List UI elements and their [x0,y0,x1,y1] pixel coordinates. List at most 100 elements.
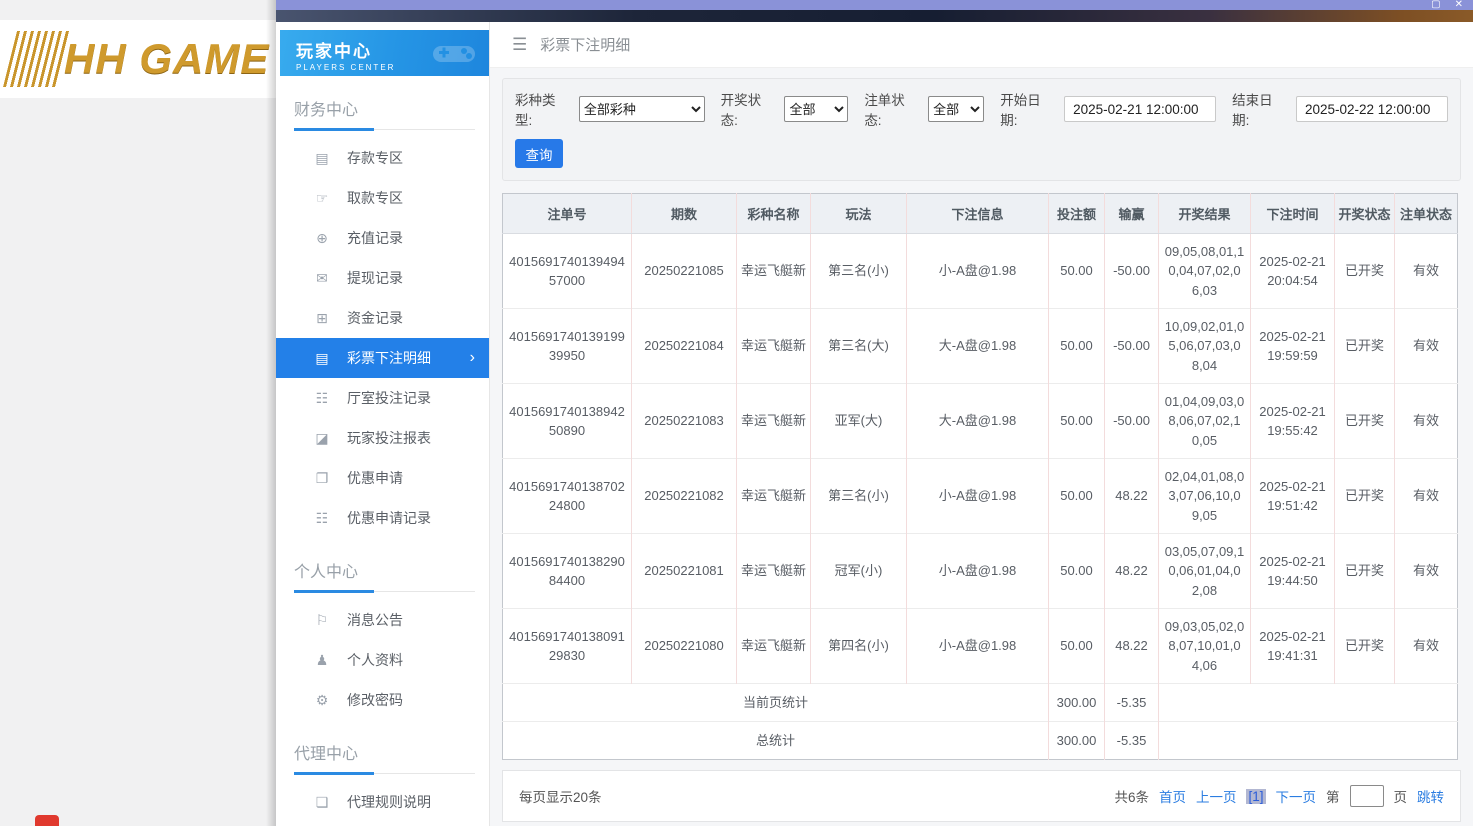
sidebar-item-消息公告[interactable]: ⚐ 消息公告 [280,600,489,640]
cell-period: 20250221084 [631,308,737,384]
main-header: ☰ 彩票下注明细 [490,22,1473,68]
coins-icon: ⊞ [316,309,328,326]
sidebar-section-items: ❏ 代理规则说明 ▦代理团队统计 [280,782,489,826]
current-page-summary-row: 当前页统计 300.00 -5.35 [502,683,1458,722]
wallet-icon: ✉ [316,269,328,286]
cell-draw-status: 已开奖 [1334,458,1395,534]
column-header-win-loss: 输赢 [1104,193,1159,234]
hand-icon: ☞ [315,189,329,206]
column-header-bet-time: 下注时间 [1250,193,1335,234]
cell-lottery-name: 幸运飞艇新 [736,308,811,384]
sidebar-menu: 财务中心 ▤ 存款专区 ☞ 取款专区 ⊕ 充值记录 ✉ 提现记录 ⊞ 资金记录 ▤ 彩票下注明细 › ☷ 厅室… [276,96,489,826]
page: HH GAME ▢ ✕ 玩家中心 PLAYERS CENTER 财务中心 ▤ 存… [0,0,1473,826]
sidebar-item-优惠申请记录[interactable]: ☷ 优惠申请记录 [280,498,489,538]
cell-bet-amount: 50.00 [1048,308,1105,384]
cell-play-type: 冠军(小) [810,533,907,609]
jump-button[interactable]: 跳转 [1417,786,1444,806]
pagination-bar: 每页显示20条 共6条 首页 上一页 [1] 下一页 第 页 跳转 [502,770,1461,822]
current-page-indicator[interactable]: [1] [1246,788,1266,804]
cell-bet-id: 401569174013829084400 [502,533,632,609]
cell-period: 20250221080 [631,608,737,684]
summary-bet-total: 300.00 [1048,683,1105,722]
sidebar-item-存款专区[interactable]: ▤ 存款专区 [280,138,489,178]
cell-win-loss: -50.00 [1104,308,1159,384]
sidebar-item-label: 资金记录 [347,310,403,326]
total-count-text: 共6条 [1114,790,1149,805]
cell-win-loss: 48.22 [1104,533,1159,609]
first-page-link[interactable]: 首页 [1159,786,1186,806]
sidebar-item-优惠申请[interactable]: ❐ 优惠申请 [280,458,489,498]
cell-bet-id: 401569174013919939950 [502,308,632,384]
jump-suffix-label: 页 [1393,790,1408,805]
cell-bet-status: 有效 [1394,608,1458,684]
cell-bet-time: 2025-02-21 19:55:42 [1250,383,1335,459]
gamepad-icon [433,46,475,62]
summary-bet-total: 300.00 [1048,721,1105,760]
summary-win-loss: -5.35 [1104,683,1159,722]
cell-win-loss: 48.22 [1104,458,1159,534]
maximize-icon[interactable]: ▢ [1431,0,1440,10]
sidebar-item-代理规则说明[interactable]: ❏ 代理规则说明 [280,782,489,822]
cell-bet-status: 有效 [1394,383,1458,459]
cell-play-type: 第四名(小) [810,608,907,684]
close-icon[interactable]: ✕ [1455,0,1463,10]
red-widget-fragment [35,815,59,826]
sidebar-item-取款专区[interactable]: ☞ 取款专区 [280,178,489,218]
bell-icon: ⚐ [315,611,329,628]
cell-win-loss: 48.22 [1104,608,1159,684]
filter-panel: 彩种类型: 全部彩种 开奖状态: 全部 注单状态: 全部 开始日期: 2025-… [502,78,1461,181]
next-page-link[interactable]: 下一页 [1276,786,1317,806]
sidebar-item-提现记录[interactable]: ✉ 提现记录 [280,258,489,298]
bet-status-select[interactable]: 全部 [928,96,985,122]
sidebar-item-玩家投注报表[interactable]: ◪ 玩家投注报表 [280,418,489,458]
cell-lottery-name: 幸运飞艇新 [736,458,811,534]
bet-status-label: 注单状态: [864,93,905,128]
cell-bet-time: 2025-02-21 19:59:59 [1250,308,1335,384]
prev-page-link[interactable]: 上一页 [1196,786,1237,806]
sidebar-item-厅室投注记录[interactable]: ☷ 厅室投注记录 [280,378,489,418]
sidebar-item-label: 修改密码 [347,692,403,708]
column-header-bet-status: 注单状态 [1394,193,1458,234]
grand-total-summary-row: 总统计 300.00 -5.35 [502,721,1458,760]
search-button[interactable]: 查询 [515,139,563,168]
sidebar-item-代理团队统计[interactable]: ▦代理团队统计 [280,822,489,826]
start-date-input[interactable] [1064,96,1217,122]
cell-bet-status: 有效 [1394,308,1458,384]
sidebar-section-items: ⚐ 消息公告 ♟ 个人资料 ⚙ 修改密码 [280,600,489,720]
page-size-text: 每页显示20条 [519,790,602,805]
page-title: 彩票下注明细 [540,37,631,54]
end-date-label: 结束日期: [1232,93,1273,128]
draw-status-select[interactable]: 全部 [784,96,849,122]
hamburger-menu-icon[interactable]: ☰ [512,35,527,55]
logo-stripes-decoration [3,31,71,87]
cell-draw-status: 已开奖 [1334,383,1395,459]
cell-draw-result: 10,09,02,01,05,06,07,03,08,04 [1158,308,1251,384]
column-header-lottery-name: 彩种名称 [736,193,811,234]
end-date-input[interactable] [1295,96,1448,122]
summary-win-loss: -5.35 [1104,721,1159,760]
cell-draw-status: 已开奖 [1334,308,1395,384]
chart-icon: ◪ [315,429,329,446]
lottery-type-select[interactable]: 全部彩种 [578,96,705,122]
player-center-window: 玩家中心 PLAYERS CENTER 财务中心 ▤ 存款专区 ☞ 取款专区 ⊕ 充值记录 ✉… [276,10,1473,826]
cell-bet-id: 401569174013870224800 [502,458,632,534]
sidebar: 玩家中心 PLAYERS CENTER 财务中心 ▤ 存款专区 ☞ 取款专区 ⊕ 充值记录 ✉… [276,22,490,826]
column-header-bet-info: 下注信息 [906,193,1049,234]
sidebar-item-label: 代理规则说明 [347,794,431,810]
cell-draw-result: 09,05,08,01,10,04,07,02,06,03 [1158,233,1251,309]
cell-draw-result: 03,05,07,09,10,06,01,04,02,08 [1158,533,1251,609]
sidebar-item-label: 存款专区 [347,150,403,166]
sidebar-item-个人资料[interactable]: ♟ 个人资料 [280,640,489,680]
cell-bet-info: 小-A盘@1.98 [906,458,1049,534]
sidebar-item-充值记录[interactable]: ⊕ 充值记录 [280,218,489,258]
sidebar-item-资金记录[interactable]: ⊞ 资金记录 [280,298,489,338]
summary-empty [1158,683,1458,722]
table-header-row: 注单号 期数 彩种名称 玩法 下注信息 投注额 输赢 开奖结果 下注时间 开奖状态 注单状态 [502,193,1458,234]
cell-bet-time: 2025-02-21 19:51:42 [1250,458,1335,534]
sidebar-item-修改密码[interactable]: ⚙ 修改密码 [280,680,489,720]
jump-page-input[interactable] [1349,785,1384,807]
sidebar-item-label: 提现记录 [347,270,403,286]
sidebar-item-label: 厅室投注记录 [347,390,431,406]
browser-top-bar: ▢ ✕ [276,0,1473,10]
sidebar-item-彩票下注明细[interactable]: ▤ 彩票下注明细 › [276,338,489,378]
